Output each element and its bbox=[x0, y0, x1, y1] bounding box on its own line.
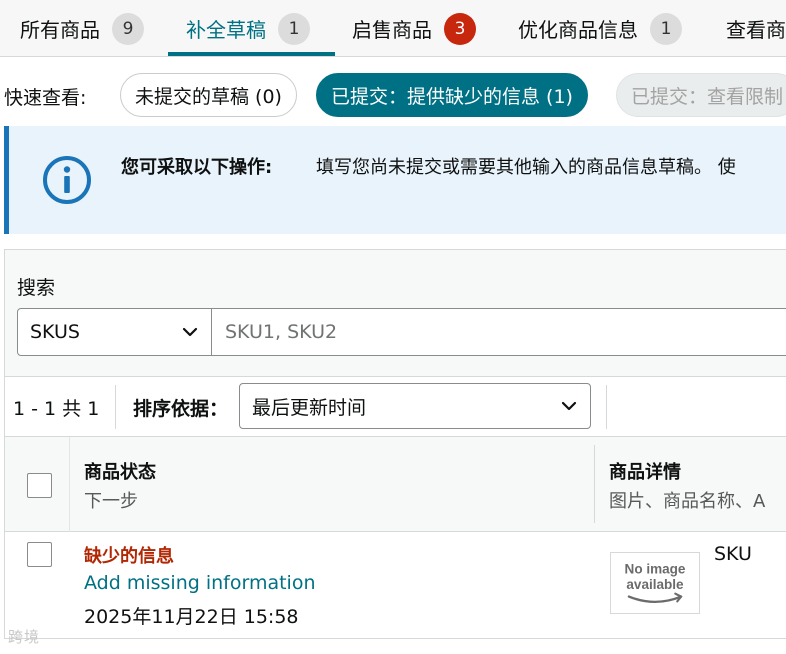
tab-label: 补全草稿 bbox=[186, 18, 266, 42]
quick-view-label: 快速查看: bbox=[4, 87, 87, 109]
tab-activate-products[interactable]: 启售商品 3 bbox=[352, 0, 476, 56]
tab-count-badge: 1 bbox=[278, 12, 310, 45]
filter-unsubmitted-drafts[interactable]: 未提交的草稿 (0) bbox=[120, 73, 297, 117]
banner-title: 您可采取以下操作: bbox=[121, 157, 273, 178]
column-header-details[interactable]: 商品详情 bbox=[609, 458, 681, 484]
quick-view-bar: 快速查看: 未提交的草稿 (0) 已提交：提供缺少的信息 (1) 已提交：查看限… bbox=[0, 72, 786, 118]
divider bbox=[115, 385, 116, 429]
info-icon bbox=[43, 156, 91, 204]
tab-label: 优化商品信息 bbox=[518, 18, 638, 42]
sort-select[interactable]: 最后更新时间 bbox=[239, 383, 591, 429]
select-all-checkbox[interactable] bbox=[27, 473, 52, 498]
search-input[interactable] bbox=[211, 308, 786, 356]
tab-count-badge: 1 bbox=[650, 12, 682, 45]
no-image-text: No image bbox=[625, 561, 686, 576]
tab-label: 所有商品 bbox=[20, 18, 100, 42]
column-divider bbox=[594, 445, 595, 523]
sort-label: 排序依据： bbox=[133, 398, 229, 420]
table-row: 缺少的信息 Add missing information 2025年11月22… bbox=[4, 532, 786, 639]
add-missing-info-link[interactable]: Add missing information bbox=[84, 572, 316, 594]
column-divider bbox=[69, 437, 70, 532]
tab-view-more[interactable]: 查看商 bbox=[726, 0, 786, 56]
status-tabs: 所有商品 9 补全草稿 1 启售商品 3 优化商品信息 1 查看商 bbox=[0, 0, 786, 57]
table-header: 商品状态 下一步 商品详情 图片、商品名称、A bbox=[4, 437, 786, 532]
active-tab-indicator bbox=[168, 52, 335, 56]
watermark: 跨境 bbox=[8, 628, 41, 646]
sort-bar: 1 - 1 共 1 排序依据： 最后更新时间 bbox=[4, 377, 786, 437]
divider bbox=[606, 385, 607, 429]
sort-value: 最后更新时间 bbox=[252, 396, 367, 419]
search-panel: 搜索 SKUS bbox=[4, 249, 786, 377]
banner-text: 填写您尚未提交或需要其他输入的商品信息草稿。 使 bbox=[316, 157, 736, 178]
filter-view-restrictions[interactable]: 已提交：查看限制 bbox=[616, 73, 786, 117]
tab-count-badge: 3 bbox=[444, 12, 476, 45]
tab-label: 启售商品 bbox=[352, 18, 432, 42]
tab-optimize-listings[interactable]: 优化商品信息 1 bbox=[518, 0, 682, 56]
last-updated-time: 2025年11月22日 15:58 bbox=[84, 606, 299, 628]
no-image-text: available bbox=[626, 577, 684, 592]
column-subheader-next-step: 下一步 bbox=[84, 491, 138, 512]
tab-count-badge: 9 bbox=[112, 12, 144, 45]
sku-label: SKU bbox=[714, 543, 752, 565]
tab-all-products[interactable]: 所有商品 9 bbox=[20, 0, 144, 56]
status-badge: 缺少的信息 bbox=[84, 546, 174, 567]
column-header-status[interactable]: 商品状态 bbox=[84, 458, 156, 484]
result-range: 1 - 1 共 1 bbox=[13, 398, 100, 420]
search-field-select[interactable]: SKUS bbox=[17, 308, 212, 356]
row-checkbox[interactable] bbox=[27, 542, 52, 567]
no-image-placeholder: No image available bbox=[610, 552, 700, 614]
filter-missing-info[interactable]: 已提交：提供缺少的信息 (1) bbox=[316, 73, 588, 117]
column-subheader-details: 图片、商品名称、A bbox=[609, 491, 766, 512]
chevron-down-icon bbox=[561, 401, 577, 411]
tab-label: 查看商 bbox=[726, 18, 786, 42]
search-field-value: SKUS bbox=[30, 321, 80, 343]
info-banner: 您可采取以下操作: 填写您尚未提交或需要其他输入的商品信息草稿。 使 bbox=[4, 126, 786, 234]
tab-complete-drafts[interactable]: 补全草稿 1 bbox=[186, 0, 310, 56]
search-label: 搜索 bbox=[17, 277, 56, 299]
chevron-down-icon bbox=[182, 327, 198, 337]
